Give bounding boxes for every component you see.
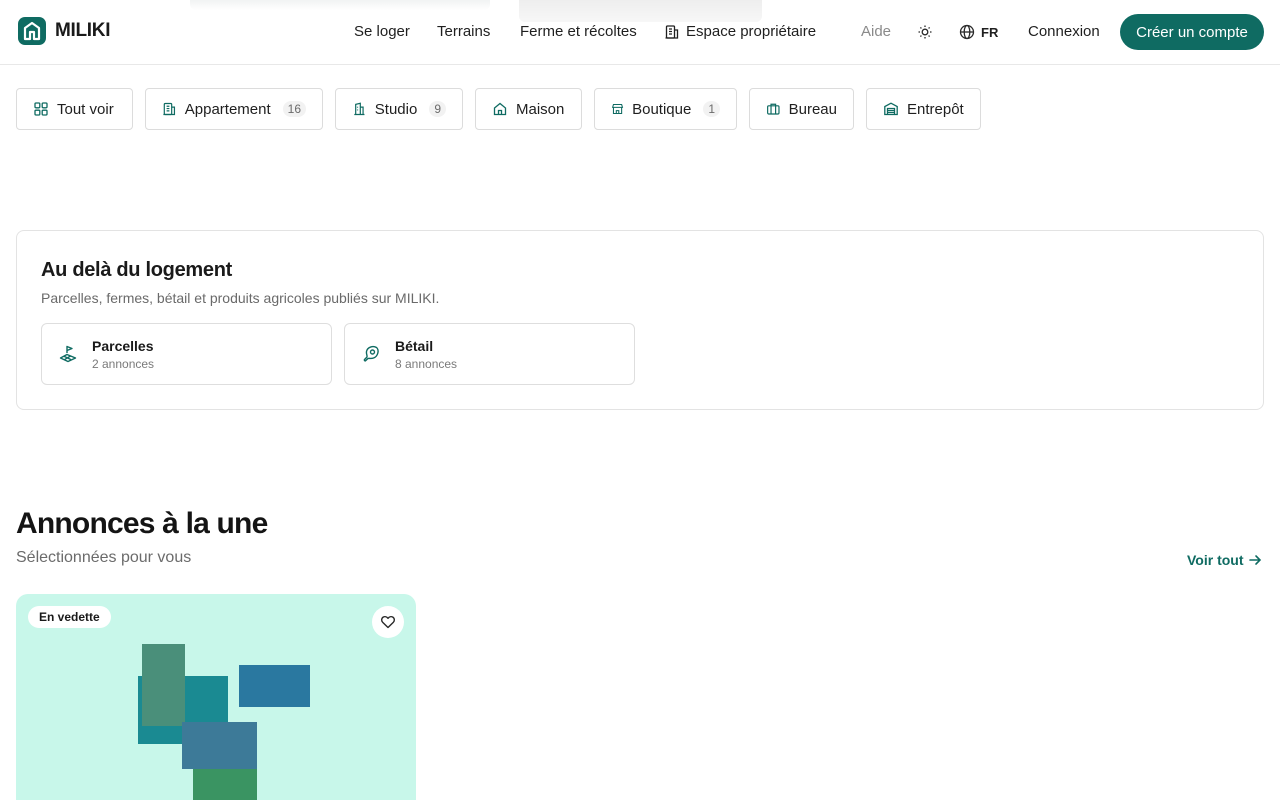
category-count: 8 annonces <box>395 356 458 371</box>
beyond-housing-section: Au delà du logement Parcelles, fermes, b… <box>16 230 1264 410</box>
filter-label: Maison <box>516 100 565 118</box>
filter-count: 9 <box>429 101 446 117</box>
filter-label: Boutique <box>632 100 692 118</box>
section-subtitle: Parcelles, fermes, bétail et produits ag… <box>41 290 440 306</box>
section-title: Au delà du logement <box>41 259 232 281</box>
category-parcelles[interactable]: Parcelles 2 annonces <box>41 323 332 385</box>
header-decoration <box>190 0 490 10</box>
header-decoration <box>519 0 762 22</box>
logo-house-icon <box>18 17 46 45</box>
language-switcher[interactable]: FR <box>959 24 998 40</box>
globe-icon <box>959 24 975 40</box>
login-link[interactable]: Connexion <box>1028 23 1100 40</box>
featured-title: Annonces à la une <box>16 507 268 540</box>
featured-subtitle: Sélectionnées pour vous <box>16 549 192 566</box>
nav-owner-space[interactable]: Espace propriétaire <box>664 23 816 40</box>
tower-icon <box>354 102 365 116</box>
listing-image-shape <box>239 665 310 707</box>
beef-icon <box>363 345 379 362</box>
filter-bureau[interactable]: Bureau <box>749 88 854 130</box>
filter-label: Appartement <box>184 100 271 118</box>
building-icon <box>665 24 679 39</box>
brand-name: MILIKI <box>55 20 111 41</box>
filter-label: Tout voir <box>57 100 114 118</box>
filter-label: Entrepôt <box>907 100 964 118</box>
filter-appartement[interactable]: Appartement 16 <box>145 88 323 130</box>
sun-icon <box>918 25 932 39</box>
filter-count: 16 <box>282 101 306 117</box>
see-all-link[interactable]: Voir tout <box>1187 552 1262 568</box>
warehouse-icon <box>884 102 898 116</box>
language-code: FR <box>981 24 999 40</box>
brand-logo[interactable]: MILIKI <box>18 17 111 45</box>
category-count: 2 annonces <box>92 356 155 371</box>
store-icon <box>611 103 624 115</box>
signup-button[interactable]: Créer un compte <box>1120 14 1264 50</box>
filter-label: Bureau <box>788 100 837 118</box>
briefcase-icon <box>767 103 780 115</box>
listing-image-shape <box>182 722 257 769</box>
filter-tout-voir[interactable]: Tout voir <box>16 88 133 130</box>
filter-entrepot[interactable]: Entrepôt <box>866 88 981 130</box>
arrow-right-icon <box>1248 555 1261 565</box>
top-header: MILIKI Se loger Terrains Ferme et récolt… <box>0 0 1280 65</box>
listing-image-shape <box>142 644 185 726</box>
nav-se-loger[interactable]: Se loger <box>354 23 410 40</box>
heart-icon <box>381 615 395 629</box>
building-icon <box>163 102 176 116</box>
grid-icon <box>34 102 48 116</box>
nav-owner-space-label: Espace propriétaire <box>686 23 817 40</box>
category-name: Parcelles <box>92 337 154 354</box>
featured-badge: En vedette <box>28 606 111 628</box>
filter-count: 1 <box>703 101 720 117</box>
land-plot-icon <box>59 345 77 363</box>
favorite-button[interactable] <box>372 606 404 638</box>
nav-terrains[interactable]: Terrains <box>437 23 490 40</box>
category-betail[interactable]: Bétail 8 annonces <box>344 323 635 385</box>
category-name: Bétail <box>395 337 434 354</box>
nav-ferme-recoltes[interactable]: Ferme et récoltes <box>520 23 637 40</box>
home-icon <box>493 102 507 116</box>
filter-label: Studio <box>374 100 418 118</box>
filter-studio[interactable]: Studio 9 <box>335 88 463 130</box>
theme-toggle[interactable] <box>917 24 933 40</box>
filter-boutique[interactable]: Boutique 1 <box>594 88 737 130</box>
listing-card[interactable]: En vedette <box>16 594 416 800</box>
nav-help[interactable]: Aide <box>861 23 891 40</box>
filter-maison[interactable]: Maison <box>475 88 582 130</box>
see-all-label: Voir tout <box>1187 552 1244 568</box>
